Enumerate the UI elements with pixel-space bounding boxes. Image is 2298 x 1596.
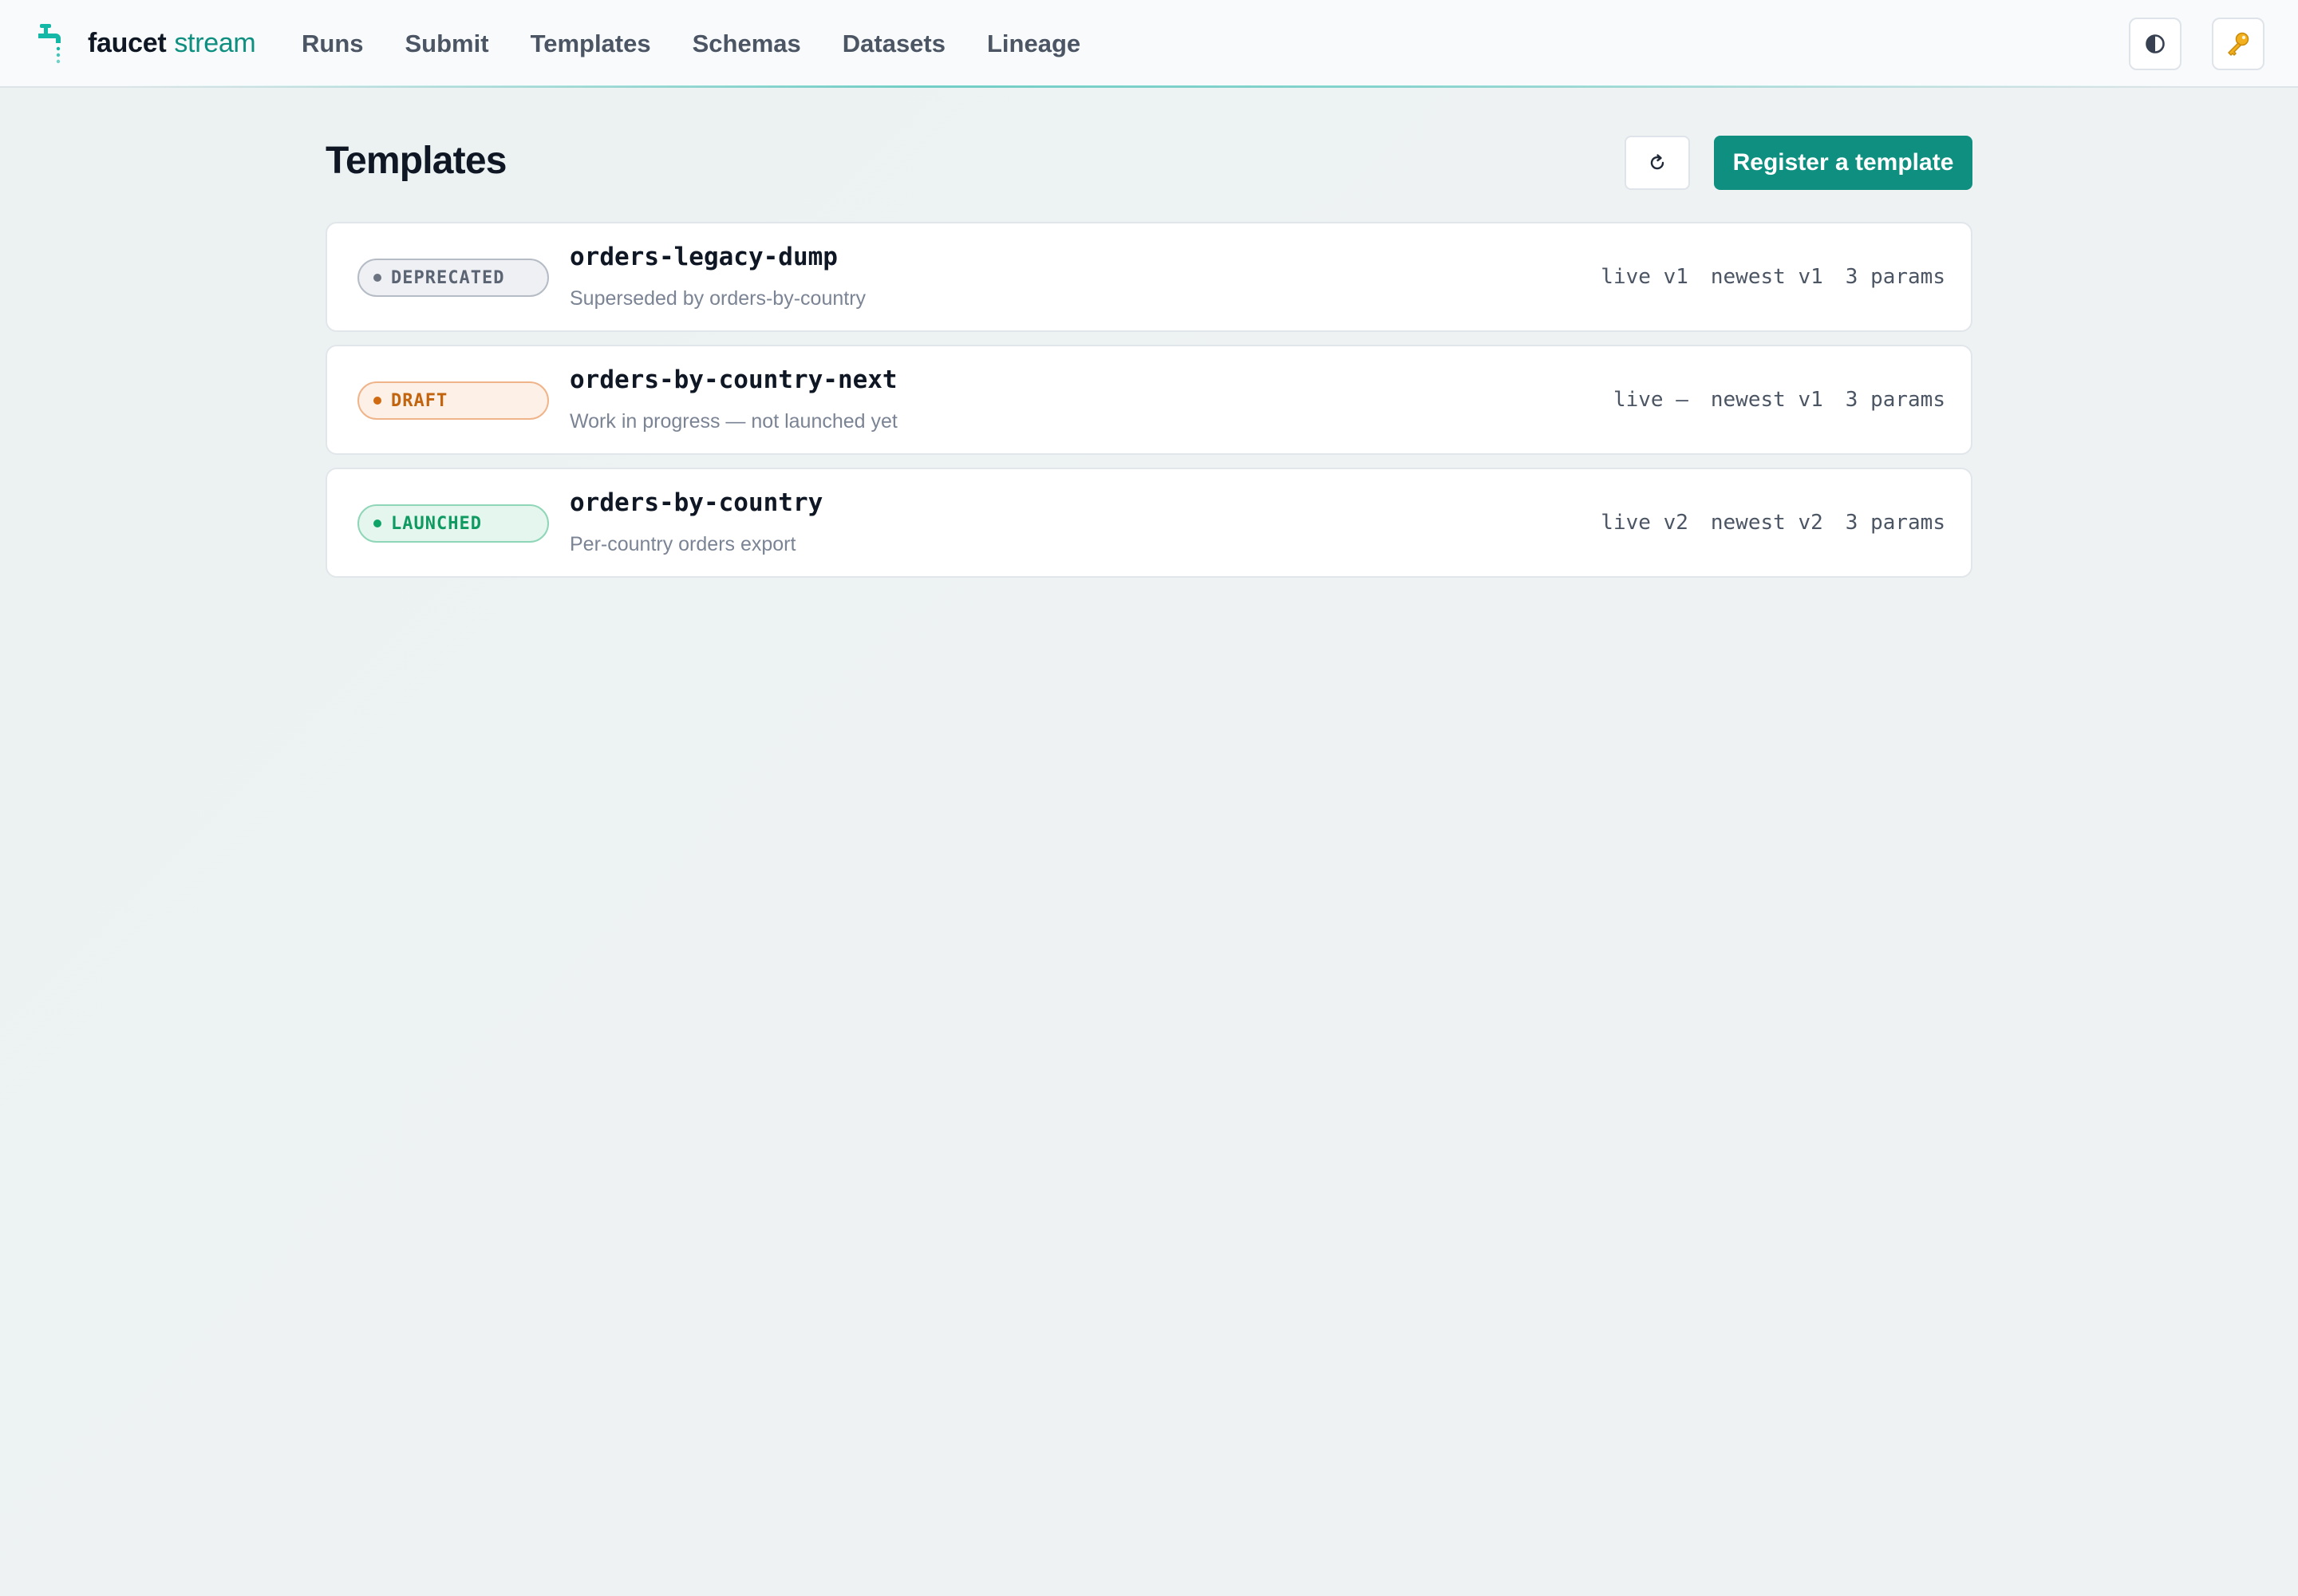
status-badge-launched: LAUNCHED bbox=[357, 504, 549, 543]
template-meta: live — newest v1 3 params bbox=[1591, 388, 1945, 412]
template-description: Per-country orders export bbox=[570, 533, 796, 555]
param-count: 3 params bbox=[1845, 388, 1945, 412]
newest-version: newest v1 bbox=[1710, 388, 1823, 412]
template-meta: live v1 newest v1 3 params bbox=[1578, 265, 1945, 289]
theme-toggle-button[interactable] bbox=[2129, 18, 2182, 70]
top-bar: faucet stream Runs Submit Templates Sche… bbox=[0, 0, 2298, 88]
brand[interactable]: faucet stream bbox=[35, 21, 256, 65]
faucet-logo-icon bbox=[38, 24, 61, 64]
refresh-button[interactable] bbox=[1625, 136, 1690, 190]
status-badge-draft: DRAFT bbox=[357, 381, 549, 420]
status-label: DRAFT bbox=[391, 390, 448, 411]
template-name: orders-by-country bbox=[570, 488, 823, 517]
contrast-icon bbox=[2146, 34, 2165, 53]
nav-item-runs[interactable]: Runs bbox=[302, 30, 364, 58]
status-label: DEPRECATED bbox=[391, 267, 505, 288]
template-card[interactable]: LAUNCHED orders-by-country Per-country o… bbox=[326, 468, 1972, 578]
brand-name: faucet bbox=[88, 27, 167, 58]
nav-item-templates[interactable]: Templates bbox=[531, 30, 651, 58]
api-key-button[interactable] bbox=[2212, 18, 2264, 70]
live-version: live — bbox=[1613, 388, 1688, 412]
template-description: Superseded by orders-by-country bbox=[570, 287, 867, 310]
nav-item-lineage[interactable]: Lineage bbox=[987, 30, 1080, 58]
newest-version: newest v2 bbox=[1710, 511, 1823, 535]
template-name: orders-legacy-dump bbox=[570, 243, 838, 271]
template-list: DEPRECATED orders-legacy-dump Superseded… bbox=[326, 222, 1972, 591]
status-dot bbox=[373, 397, 381, 405]
status-dot bbox=[373, 519, 381, 527]
param-count: 3 params bbox=[1845, 511, 1945, 535]
top-bar-accent-line bbox=[0, 85, 2298, 88]
template-description: Work in progress — not launched yet bbox=[570, 410, 898, 433]
template-card[interactable]: DEPRECATED orders-legacy-dump Superseded… bbox=[326, 222, 1972, 332]
template-meta: live v2 newest v2 3 params bbox=[1578, 511, 1945, 535]
nav-item-schemas[interactable]: Schemas bbox=[693, 30, 801, 58]
register-template-button[interactable]: Register a template bbox=[1714, 136, 1972, 190]
page-title: Templates bbox=[326, 140, 507, 182]
brand-subtitle: stream bbox=[174, 27, 256, 58]
template-name: orders-by-country-next bbox=[570, 365, 898, 394]
template-card[interactable]: DRAFT orders-by-country-next Work in pro… bbox=[326, 345, 1972, 455]
param-count: 3 params bbox=[1845, 265, 1945, 289]
main-nav: Runs Submit Templates Schemas Datasets L… bbox=[302, 22, 1122, 65]
status-badge-deprecated: DEPRECATED bbox=[357, 259, 549, 297]
refresh-icon bbox=[1650, 154, 1664, 170]
nav-item-datasets[interactable]: Datasets bbox=[843, 30, 946, 58]
status-dot bbox=[373, 274, 381, 282]
live-version: live v1 bbox=[1601, 265, 1688, 289]
live-version: live v2 bbox=[1601, 511, 1688, 535]
nav-item-submit[interactable]: Submit bbox=[405, 30, 489, 58]
status-label: LAUNCHED bbox=[391, 513, 482, 534]
newest-version: newest v1 bbox=[1710, 265, 1823, 289]
key-icon bbox=[2228, 32, 2249, 56]
